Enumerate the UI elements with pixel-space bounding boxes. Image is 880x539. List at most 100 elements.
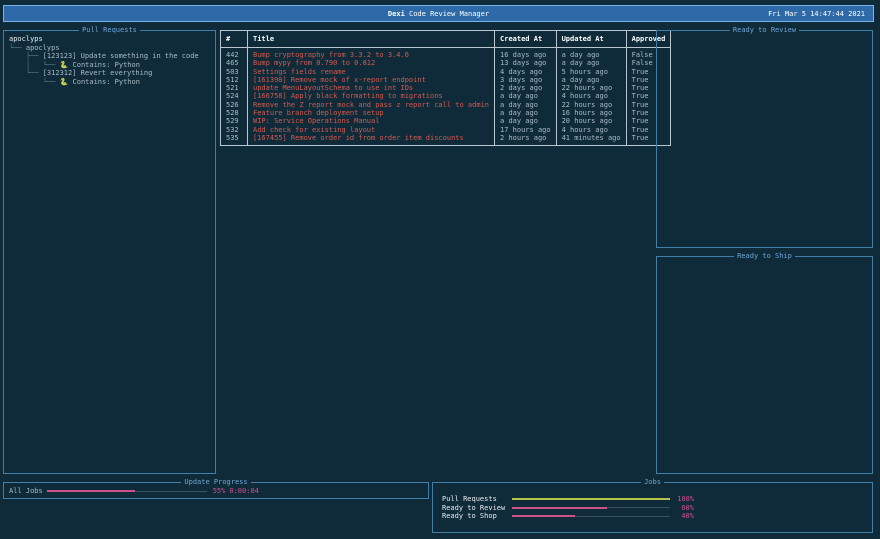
- jobs-panel: Jobs Pull Requests 100% Ready to Review 60%…: [432, 478, 873, 533]
- table-row[interactable]: 524 [166758] Apply black formatting to mi…: [220, 92, 672, 101]
- table-row[interactable]: 526 Remove the Z report mock and pass z r…: [220, 100, 672, 110]
- pr-created-at: a day ago: [494, 109, 557, 118]
- job-percent: 40%: [681, 512, 694, 520]
- pr-created-at: a day ago: [494, 117, 557, 126]
- job-label: Pull Requests: [442, 495, 497, 503]
- pr-title[interactable]: Add check for existing layout: [246, 125, 496, 134]
- pr-title[interactable]: Feature branch deployment setup: [246, 109, 496, 118]
- progress-label: All Jobs: [9, 487, 43, 495]
- python-icon: 🐍: [59, 77, 69, 86]
- pr-updated-at: 5 hours ago: [555, 67, 627, 76]
- pr-updated-at: a day ago: [555, 75, 627, 85]
- pr-updated-at: 22 hours ago: [555, 84, 627, 93]
- pr-updated-at: 41 minutes ago: [555, 133, 627, 147]
- app-header: Dexi Code Review Manager Fri Mar 5 14:47…: [3, 5, 874, 22]
- pr-number: 535: [220, 133, 248, 147]
- progress-percent: 55%: [212, 487, 226, 495]
- tree-contains: Contains: Python: [72, 60, 140, 69]
- table-row[interactable]: 465 Bump mypy from 0.790 to 0.812 13 days …: [220, 59, 672, 68]
- job-progress-fill: [512, 498, 670, 500]
- pr-number: 528: [220, 109, 248, 118]
- pr-title[interactable]: Bump mypy from 0.790 to 0.812: [246, 59, 496, 68]
- job-progress-fill: [512, 515, 576, 517]
- table-row[interactable]: 528 Feature branch deployment setup a day …: [220, 109, 672, 118]
- table-row[interactable]: 442 Bump cryptography from 3.3.2 to 3.4.6…: [220, 47, 672, 60]
- pr-number: 521: [220, 84, 248, 93]
- repo-tree: apoclyps └── apoclyps ├── [123123] Updat…: [9, 35, 199, 86]
- app-title: Dexi Code Review Manager: [4, 10, 873, 18]
- tree-repo[interactable]: apoclyps: [26, 44, 60, 52]
- job-percent: 100%: [677, 495, 694, 503]
- pr-number: 503: [220, 67, 248, 76]
- tree-branch[interactable]: [123123] Update something in the code: [43, 52, 199, 60]
- pr-title[interactable]: Bump cryptography from 3.3.2 to 3.4.6: [246, 47, 496, 60]
- panel-title: Ready to Review: [729, 26, 800, 34]
- all-jobs-progress: All Jobs 55% 0:00:04: [9, 487, 259, 495]
- job-row: Pull Requests 100%: [442, 495, 694, 503]
- pr-created-at: 4 days ago: [494, 67, 557, 76]
- pr-created-at: 17 hours ago: [494, 125, 557, 134]
- panel-title: Jobs: [641, 478, 664, 486]
- ready-to-review-panel: Ready to Review: [656, 26, 873, 248]
- pr-title[interactable]: Remove the Z report mock and pass z repo…: [246, 100, 496, 110]
- progress-elapsed: 0:00:04: [229, 487, 259, 495]
- table-header-row: # Title Created At Updated At Approved: [220, 30, 672, 48]
- job-progress-fill: [512, 506, 607, 509]
- pr-updated-at: a day ago: [555, 47, 627, 60]
- pr-number: 442: [220, 47, 248, 60]
- pr-updated-at: 4 hours ago: [555, 125, 627, 134]
- pr-updated-at: 4 hours ago: [555, 92, 627, 101]
- pr-updated-at: a day ago: [555, 59, 627, 68]
- pr-number: 512: [220, 75, 248, 85]
- pr-created-at: a day ago: [494, 100, 557, 110]
- table-row[interactable]: 532 Add check for existing layout 17 hours…: [220, 125, 672, 134]
- pr-created-at: 13 days ago: [494, 59, 557, 68]
- pr-title[interactable]: update MenuLayoutSchema to use int IDs: [246, 84, 496, 93]
- pr-number: 465: [220, 59, 248, 68]
- pr-title[interactable]: Settings fields rename: [246, 67, 496, 76]
- progress-fill: [46, 490, 135, 492]
- tree-branch[interactable]: [312312] Revert everything: [43, 69, 153, 77]
- panel-title: Pull Requests: [79, 26, 140, 34]
- pr-created-at: a day ago: [494, 92, 557, 101]
- table-row[interactable]: 535 [167455] Remove order id from order i…: [220, 133, 672, 147]
- tree-root[interactable]: apoclyps: [9, 35, 43, 43]
- pr-updated-at: 22 hours ago: [555, 100, 627, 110]
- col-number[interactable]: #: [220, 30, 248, 48]
- table-row[interactable]: 503 Settings fields rename 4 days ago 5 hou…: [220, 67, 672, 76]
- pull-requests-table: # Title Created At Updated At Approved 4…: [220, 30, 672, 147]
- pr-title[interactable]: [161398] Remove mock of x-report endpoin…: [246, 75, 496, 85]
- pr-title[interactable]: WIP: Service Operations Manual: [246, 117, 496, 126]
- clock: Fri Mar 5 14:47:44 2021: [768, 9, 865, 18]
- col-created-at[interactable]: Created At: [494, 30, 557, 48]
- app-subtitle: Code Review Manager: [409, 9, 490, 18]
- table-row[interactable]: 529 WIP: Service Operations Manual a day a…: [220, 117, 672, 126]
- job-progress-track: [512, 515, 670, 517]
- pr-number: 524: [220, 92, 248, 101]
- ready-to-ship-panel: Ready to Ship: [656, 252, 873, 474]
- python-icon: 🐍: [59, 60, 69, 69]
- pr-created-at: 16 days ago: [494, 47, 557, 60]
- pr-updated-at: 20 hours ago: [555, 117, 627, 126]
- tree-contains: Contains: Python: [72, 77, 140, 86]
- pr-created-at: 2 hours ago: [494, 133, 557, 147]
- pr-title[interactable]: [166758] Apply black formatting to migra…: [246, 92, 496, 101]
- pr-title[interactable]: [167455] Remove order id from order item…: [246, 133, 496, 147]
- col-title[interactable]: Title: [246, 30, 496, 48]
- job-label: Ready to Shop: [442, 512, 497, 520]
- panel-title: Ready to Ship: [734, 252, 795, 260]
- pr-updated-at: 16 hours ago: [555, 109, 627, 118]
- table-row[interactable]: 521 update MenuLayoutSchema to use int ID…: [220, 84, 672, 93]
- job-label: Ready to Review: [442, 503, 506, 512]
- table-row[interactable]: 512 [161398] Remove mock of x-report endp…: [220, 75, 672, 85]
- pull-requests-panel: Pull Requests apoclyps └── apoclyps ├── …: [3, 26, 216, 474]
- pr-number: 529: [220, 117, 248, 126]
- job-progress-track: [512, 506, 670, 509]
- app-name: Dexi: [387, 9, 405, 18]
- job-row: Ready to Shop 40%: [442, 512, 694, 520]
- job-percent: 60%: [681, 503, 694, 512]
- pr-number: 532: [220, 125, 248, 134]
- pr-number: 526: [220, 100, 248, 110]
- update-progress-panel: Update Progress All Jobs 55% 0:00:04: [3, 478, 429, 499]
- col-updated-at[interactable]: Updated At: [555, 30, 627, 48]
